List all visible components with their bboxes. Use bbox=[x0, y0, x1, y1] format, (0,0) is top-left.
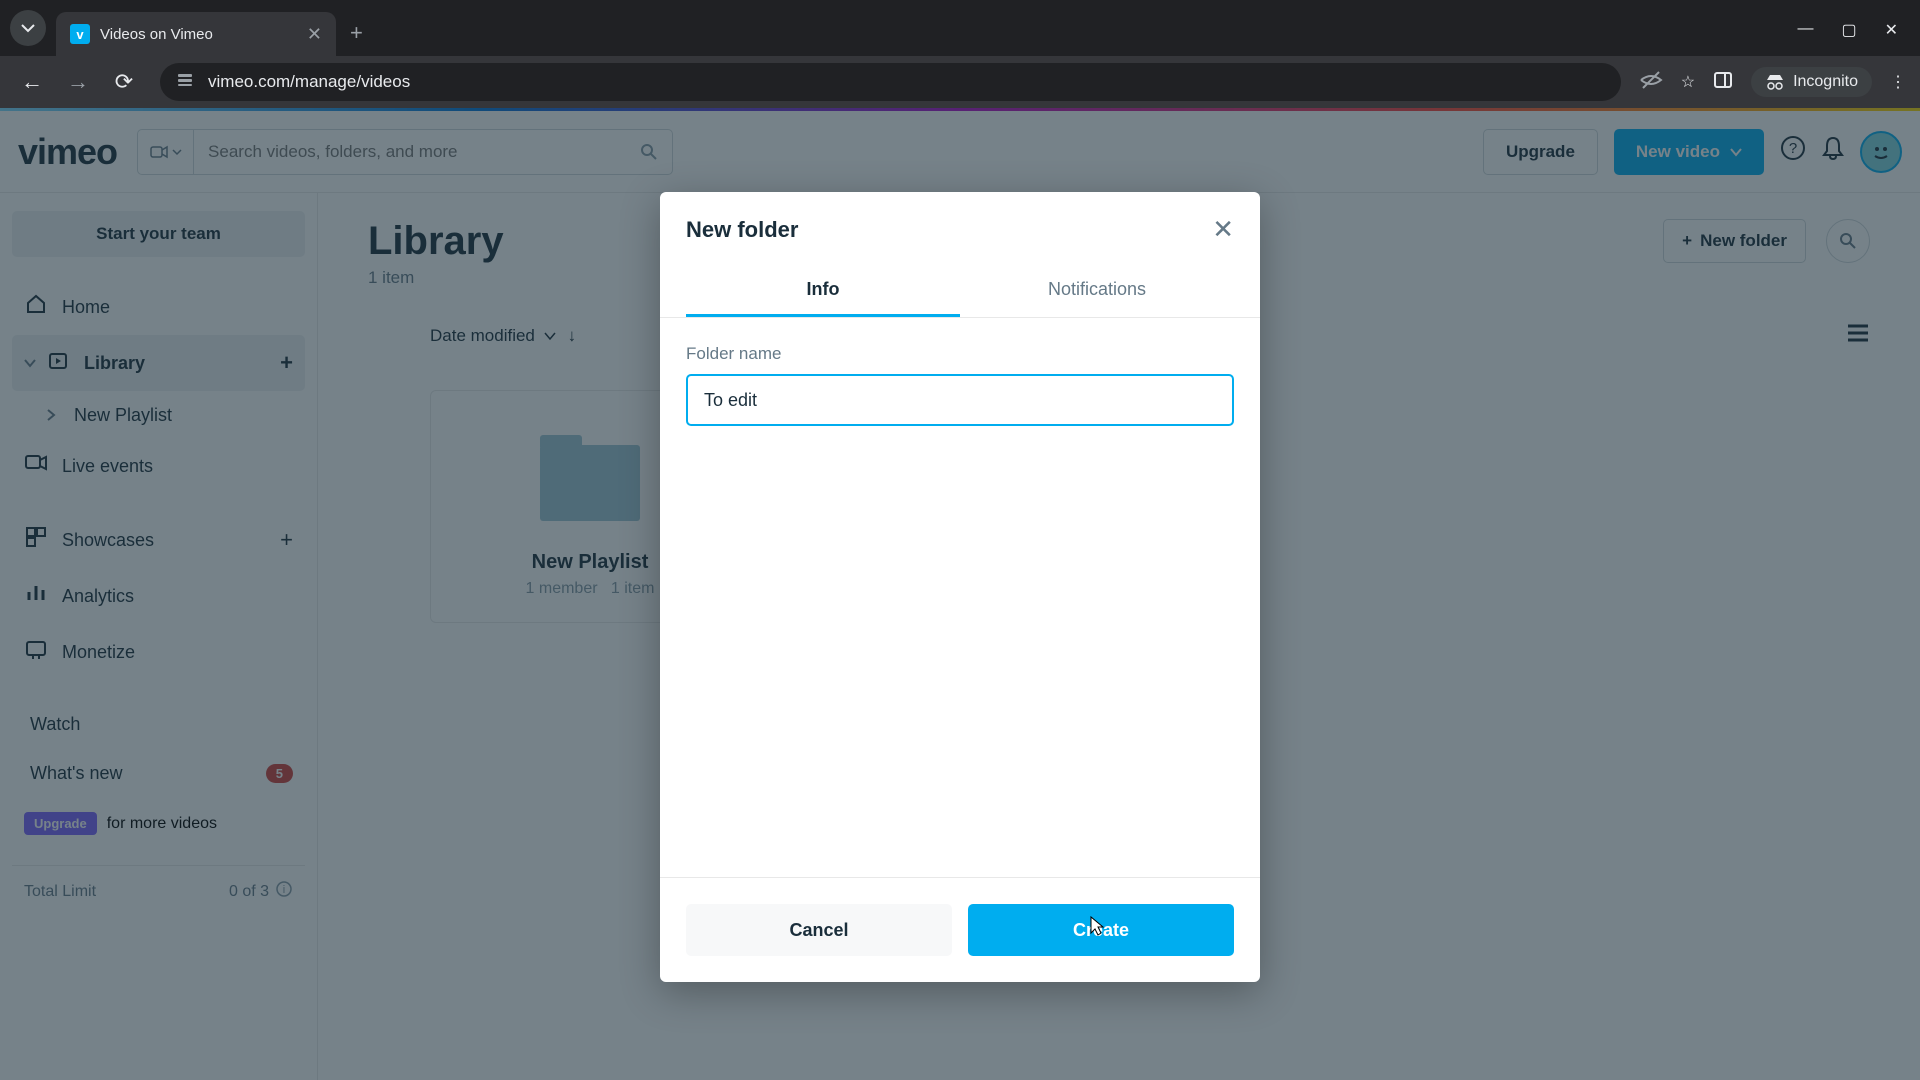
browser-tab-bar: v Videos on Vimeo ✕ + — ▢ ✕ bbox=[0, 0, 1920, 56]
incognito-eye-icon[interactable] bbox=[1639, 68, 1663, 97]
tab-title: Videos on Vimeo bbox=[100, 26, 297, 43]
url-text: vimeo.com/manage/videos bbox=[208, 72, 410, 92]
window-controls: — ▢ ✕ bbox=[1797, 20, 1910, 40]
cancel-button[interactable]: Cancel bbox=[686, 904, 952, 956]
panel-icon[interactable] bbox=[1713, 70, 1733, 95]
site-settings-icon[interactable] bbox=[176, 71, 194, 94]
address-bar[interactable]: vimeo.com/manage/videos bbox=[160, 63, 1621, 101]
maximize-icon[interactable]: ▢ bbox=[1841, 20, 1856, 40]
chevron-down-icon bbox=[21, 21, 35, 35]
close-icon[interactable]: ✕ bbox=[1212, 214, 1234, 245]
back-button[interactable]: ← bbox=[14, 69, 50, 95]
incognito-badge[interactable]: Incognito bbox=[1751, 67, 1872, 97]
minimize-icon[interactable]: — bbox=[1797, 20, 1813, 40]
new-folder-modal: New folder ✕ Info Notifications Folder n… bbox=[660, 192, 1260, 982]
tab-notifications[interactable]: Notifications bbox=[960, 265, 1234, 317]
new-tab-button[interactable]: + bbox=[350, 20, 363, 46]
browser-toolbar: ← → ⟳ vimeo.com/manage/videos ☆ Incognit… bbox=[0, 56, 1920, 108]
modal-overlay[interactable]: New folder ✕ Info Notifications Folder n… bbox=[0, 108, 1920, 1080]
browser-tab[interactable]: v Videos on Vimeo ✕ bbox=[56, 12, 336, 56]
cursor-icon bbox=[1085, 915, 1105, 945]
folder-name-label: Folder name bbox=[686, 344, 1234, 364]
tab-search-button[interactable] bbox=[10, 10, 46, 46]
page-container: vimeo Upgrade New video ? bbox=[0, 108, 1920, 1080]
reload-button[interactable]: ⟳ bbox=[106, 69, 142, 95]
tab-close-icon[interactable]: ✕ bbox=[307, 24, 322, 45]
tab-info[interactable]: Info bbox=[686, 265, 960, 317]
incognito-icon bbox=[1765, 74, 1785, 90]
create-button[interactable]: Create bbox=[968, 904, 1234, 956]
vimeo-favicon: v bbox=[70, 24, 90, 44]
bookmark-icon[interactable]: ☆ bbox=[1681, 72, 1695, 92]
close-window-icon[interactable]: ✕ bbox=[1885, 20, 1898, 40]
folder-name-input[interactable] bbox=[686, 374, 1234, 426]
browser-menu-icon[interactable]: ⋮ bbox=[1890, 72, 1906, 92]
forward-button[interactable]: → bbox=[60, 69, 96, 95]
modal-title: New folder bbox=[686, 217, 798, 243]
